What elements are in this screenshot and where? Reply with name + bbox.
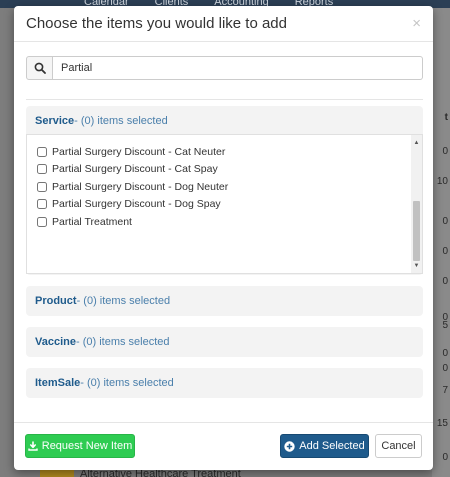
table-cell: 5 (442, 320, 448, 331)
add-selected-label: Add Selected (299, 440, 365, 452)
modal-title: Choose the items you would like to add (26, 15, 287, 32)
plus-circle-icon (284, 440, 295, 452)
item-label: Partial Treatment (52, 215, 132, 228)
panel-service-count: - (0) items selected (74, 115, 168, 127)
modal-header: Choose the items you would like to add (14, 6, 433, 42)
list-item[interactable]: Partial Treatment (37, 213, 228, 231)
table-cell: 0 (442, 246, 448, 257)
panel-product-count: - (0) items selected (76, 295, 171, 307)
item-list: Partial Surgery Discount - Cat Neuter Pa… (37, 143, 228, 231)
cancel-button[interactable]: Cancel (375, 434, 422, 458)
panel-itemsale-title[interactable]: ItemSale (35, 377, 80, 389)
search-bar (26, 56, 423, 80)
scroll-thumb[interactable] (413, 201, 420, 261)
panel-product[interactable]: Product - (0) items selected (26, 286, 423, 316)
table-cell: 0 (442, 146, 448, 157)
panel-itemsale[interactable]: ItemSale - (0) items selected (26, 368, 423, 398)
item-label: Partial Surgery Discount - Cat Neuter (52, 145, 226, 158)
list-item[interactable]: Partial Surgery Discount - Dog Spay (37, 196, 228, 214)
close-icon[interactable]: × (412, 15, 421, 32)
scrollbar[interactable]: ▲ ▼ (411, 135, 422, 273)
cancel-label: Cancel (381, 440, 416, 452)
request-new-item-label: Request New Item (41, 440, 133, 452)
table-cell: 10 (436, 176, 448, 187)
panel-product-title[interactable]: Product (35, 295, 77, 307)
item-label: Partial Surgery Discount - Cat Spay (52, 163, 218, 176)
item-label: Partial Surgery Discount - Dog Neuter (52, 180, 229, 193)
panel-service: Service - (0) items selected Partial Sur… (26, 106, 423, 275)
column-header: t (444, 112, 448, 123)
item-checkbox[interactable] (37, 216, 47, 227)
search-button[interactable] (26, 56, 53, 80)
table-cell: 0 (442, 452, 448, 463)
panel-itemsale-count: - (0) items selected (80, 377, 174, 389)
download-icon (28, 441, 38, 451)
request-new-item-button[interactable]: Request New Item (25, 434, 135, 458)
list-item[interactable]: Partial Surgery Discount - Cat Neuter (37, 143, 228, 161)
table-cell: 0 (442, 363, 448, 374)
add-selected-button[interactable]: Add Selected (280, 434, 369, 458)
panel-vaccine-title[interactable]: Vaccine (35, 336, 76, 348)
background-table-column: t 0 10 0 0 0 0 5 0 0 7 15 0 (432, 8, 450, 477)
item-label: Partial Surgery Discount - Dog Spay (52, 198, 221, 211)
panel-itemsale-header[interactable]: ItemSale - (0) items selected (26, 368, 423, 398)
table-cell: 0 (442, 348, 448, 359)
panel-service-title[interactable]: Service (35, 115, 74, 127)
table-cell: 15 (436, 418, 448, 429)
table-cell: 7 (442, 385, 448, 396)
search-input[interactable] (53, 56, 423, 80)
panel-vaccine[interactable]: Vaccine - (0) items selected (26, 327, 423, 357)
list-item[interactable]: Partial Surgery Discount - Dog Neuter (37, 178, 228, 196)
item-checkbox[interactable] (37, 199, 47, 210)
list-item[interactable]: Partial Surgery Discount - Cat Spay (37, 161, 228, 179)
scroll-down-icon[interactable]: ▼ (411, 260, 422, 271)
table-cell: 0 (442, 216, 448, 227)
modal-footer: Request New Item Add Selected Cancel (14, 422, 433, 470)
status-badge (40, 470, 74, 477)
panel-vaccine-count: - (0) items selected (75, 336, 170, 348)
panel-service-body: Partial Surgery Discount - Cat Neuter Pa… (26, 134, 423, 274)
table-cell: 0 (442, 276, 448, 287)
scroll-up-icon[interactable]: ▲ (411, 137, 422, 148)
panel-product-header[interactable]: Product - (0) items selected (26, 286, 423, 316)
search-icon (34, 62, 46, 74)
divider (26, 99, 423, 100)
panel-service-header[interactable]: Service - (0) items selected (26, 106, 423, 136)
item-checkbox[interactable] (37, 146, 47, 157)
item-checkbox[interactable] (37, 181, 47, 192)
panel-vaccine-header[interactable]: Vaccine - (0) items selected (26, 327, 423, 357)
add-items-modal: Choose the items you would like to add ×… (14, 6, 433, 470)
item-checkbox[interactable] (37, 164, 47, 175)
